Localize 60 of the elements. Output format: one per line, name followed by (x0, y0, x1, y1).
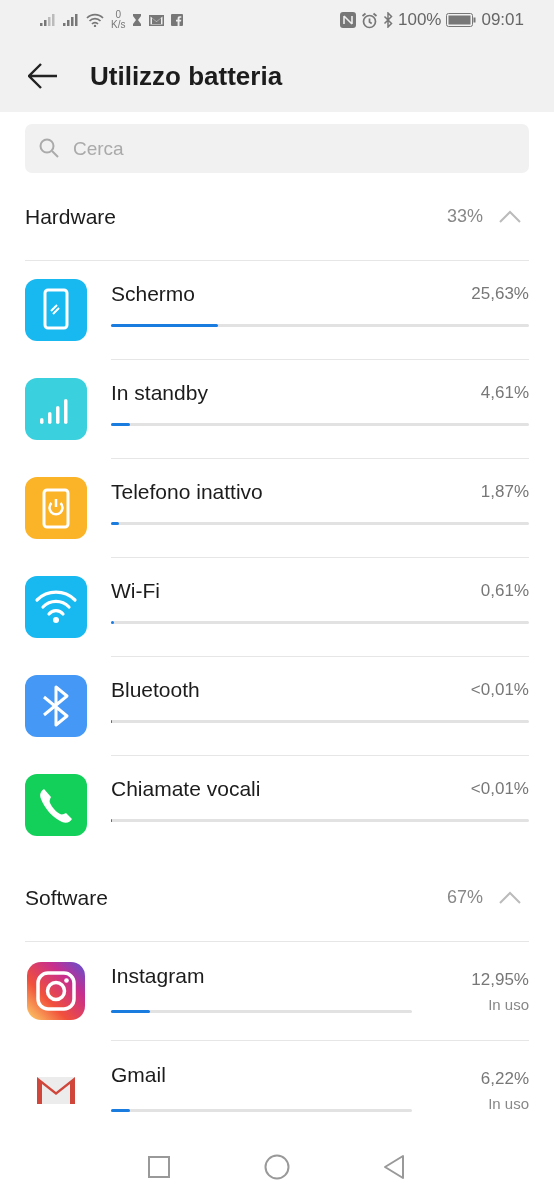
usage-list-item[interactable]: Instagram 12,95% In uso (111, 942, 529, 1041)
section-title: Software (25, 885, 108, 910)
bluetooth-icon (382, 12, 393, 28)
usage-percentage: <0,01% (470, 680, 529, 700)
back-arrow-icon (28, 63, 58, 89)
mail-icon (149, 14, 165, 26)
home-button[interactable] (264, 1154, 290, 1180)
search-field[interactable]: Cerca (25, 124, 529, 173)
usage-list-item[interactable]: Chiamate vocali <0,01% (111, 756, 529, 854)
wifi-icon (25, 576, 87, 638)
item-name: Instagram (111, 964, 205, 989)
wifi-icon (86, 13, 104, 27)
bluetooth-icon (25, 675, 87, 737)
usage-list-item[interactable]: Gmail 6,22% In uso (111, 1041, 529, 1134)
section-header[interactable]: Software 67% (25, 854, 529, 942)
phone-screen-icon (25, 279, 87, 341)
hourglass-icon (132, 14, 143, 26)
item-name: Schermo (111, 282, 196, 306)
usage-percentage: 6,22% (480, 1069, 529, 1089)
app-status: In uso (488, 1095, 529, 1112)
facebook-icon (171, 14, 184, 26)
section-total: 67% (446, 887, 483, 908)
item-name: Chiamate vocali (111, 777, 261, 801)
speed-value: 0 (115, 10, 121, 20)
section-header[interactable]: Hardware 33% (25, 173, 529, 261)
battery-percentage: 100% (397, 10, 442, 30)
back-button[interactable] (26, 61, 60, 91)
item-name: In standby (111, 381, 208, 405)
nfc-icon (339, 12, 356, 28)
usage-percentage: <0,01% (470, 779, 529, 799)
usage-percentage: 4,61% (480, 383, 529, 403)
screen-title: Utilizzo batteria (90, 60, 283, 92)
usage-percentage: 1,87% (480, 482, 529, 502)
usage-list-item[interactable]: Schermo 25,63% (111, 261, 529, 360)
signal-icon (63, 14, 79, 26)
signal-bars-icon (25, 378, 87, 440)
section-total: 33% (446, 206, 483, 227)
item-name: Telefono inattivo (111, 480, 263, 504)
usage-list-item[interactable]: Bluetooth <0,01% (111, 657, 529, 756)
section-title: Hardware (25, 204, 117, 229)
alarm-icon (360, 11, 378, 29)
usage-list-item[interactable]: Wi-Fi 0,61% (111, 558, 529, 657)
battery-icon (446, 13, 477, 27)
item-name: Wi-Fi (111, 579, 160, 603)
item-name: Bluetooth (111, 678, 200, 702)
item-name: Gmail (111, 1063, 166, 1088)
camera-icon (27, 962, 85, 1020)
speed-unit: K/s (111, 20, 126, 30)
usage-list-item[interactable]: In standby 4,61% (111, 360, 529, 459)
phone-power-icon (25, 477, 87, 539)
phone-handset-icon (25, 774, 87, 836)
usage-list-item[interactable]: Telefono inattivo 1,87% (111, 459, 529, 558)
signal-icon (40, 14, 56, 26)
recents-button[interactable] (146, 1154, 172, 1180)
usage-percentage: 25,63% (471, 284, 529, 304)
clock: 09:01 (481, 10, 524, 30)
app-status: In uso (488, 996, 529, 1013)
search-icon (39, 138, 59, 158)
usage-percentage: 0,61% (480, 581, 529, 601)
usage-percentage: 12,95% (471, 970, 529, 990)
